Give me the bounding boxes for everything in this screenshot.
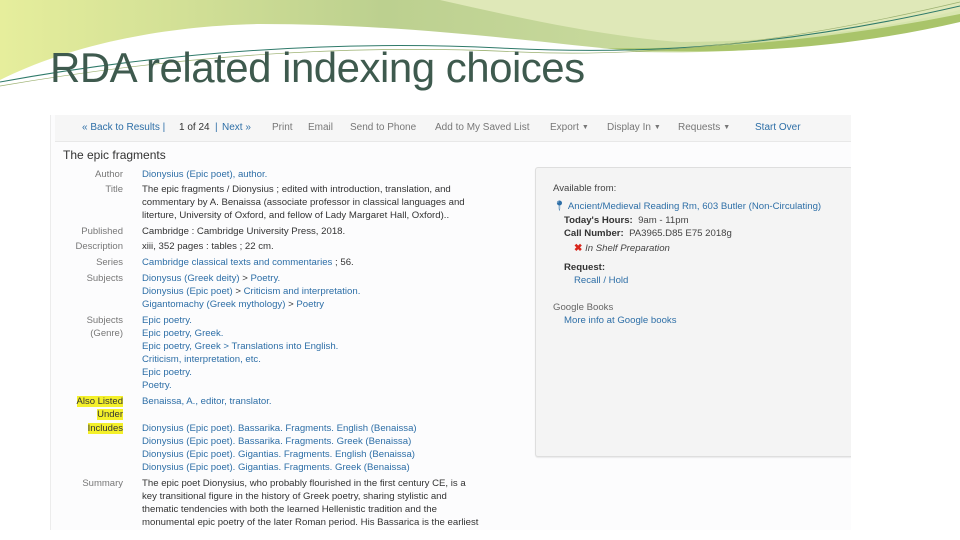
subject-link[interactable]: Gigantomachy (Greek mythology) bbox=[142, 299, 285, 310]
availability-panel: Available from: 📍︎ Ancient/Medieval Read… bbox=[535, 167, 851, 457]
map-marker-icon: 📍︎ bbox=[553, 201, 566, 212]
subjects-list: Dionysus (Greek deity) > Poetry. Dionysi… bbox=[142, 272, 360, 311]
title-label: Title bbox=[105, 184, 123, 195]
email-button[interactable]: Email bbox=[308, 122, 333, 133]
summary-label: Summary bbox=[82, 478, 123, 489]
next-link[interactable]: Next » bbox=[222, 122, 251, 133]
available-from-heading: Available from: bbox=[553, 183, 617, 194]
add-to-saved-list-button[interactable]: Add to My Saved List bbox=[435, 122, 530, 133]
genre-link[interactable]: Epic poetry, Greek > Translations into E… bbox=[142, 340, 338, 353]
result-position: 1 of 24 bbox=[179, 122, 210, 133]
description-label: Description bbox=[75, 241, 123, 252]
includes-label: Includes bbox=[87, 423, 123, 434]
google-books-link[interactable]: More info at Google books bbox=[564, 315, 677, 326]
includes-link[interactable]: Dionysius (Epic poet). Gigantias. Fragme… bbox=[142, 461, 417, 474]
record-toolbar: « Back to Results | 1 of 24 | Next » Pri… bbox=[55, 115, 851, 142]
genre-link[interactable]: Epic poetry. bbox=[142, 366, 338, 379]
published-value: Cambridge : Cambridge University Press, … bbox=[142, 226, 346, 237]
chevron-down-icon: ▼ bbox=[581, 124, 589, 131]
subject-item: Dionysius (Epic poet) > Criticism and in… bbox=[142, 286, 361, 297]
includes-link[interactable]: Dionysius (Epic poet). Bassarika. Fragme… bbox=[142, 435, 417, 448]
includes-list: Dionysius (Epic poet). Bassarika. Fragme… bbox=[142, 422, 417, 474]
title-line: The epic fragments / Dionysius ; edited … bbox=[142, 184, 451, 195]
catalog-record-screenshot: « Back to Results | 1 of 24 | Next » Pri… bbox=[50, 115, 851, 530]
summary-value: The epic poet Dionysius, who probably fl… bbox=[142, 478, 479, 528]
export-dropdown[interactable]: Export ▼ bbox=[550, 122, 589, 133]
series-link[interactable]: Cambridge classical texts and commentari… bbox=[142, 257, 332, 268]
request-label: Request: bbox=[564, 262, 606, 273]
also-listed-link[interactable]: Benaissa, A., editor, translator. bbox=[142, 396, 272, 407]
display-in-dropdown[interactable]: Display In ▼ bbox=[607, 122, 661, 133]
genre-link[interactable]: Epic poetry, Greek. bbox=[142, 327, 338, 340]
series-label: Series bbox=[96, 257, 123, 268]
genre-link[interactable]: Epic poetry. bbox=[142, 314, 338, 327]
export-label: Export bbox=[550, 122, 579, 133]
status-text: In Shelf Preparation bbox=[585, 243, 670, 254]
description-value: xiii, 352 pages : tables ; 22 cm. bbox=[142, 241, 274, 252]
print-button[interactable]: Print bbox=[272, 122, 293, 133]
chevron-down-icon: ▼ bbox=[653, 124, 661, 131]
start-over-link[interactable]: Start Over bbox=[755, 122, 801, 133]
author-link[interactable]: Dionysius (Epic poet), author. bbox=[142, 169, 267, 180]
chevron-down-icon: ▼ bbox=[723, 124, 731, 131]
series-number: ; 56. bbox=[332, 257, 354, 268]
call-number: Call Number: PA3965.D85 E75 2018g bbox=[564, 228, 732, 239]
slide-title: RDA related indexing choices bbox=[50, 44, 585, 91]
subjects-label: Subjects bbox=[86, 273, 123, 284]
published-label: Published bbox=[81, 226, 123, 237]
position-separator: | bbox=[215, 122, 218, 133]
display-in-label: Display In bbox=[607, 122, 651, 133]
title-value: The epic fragments / Dionysius ; edited … bbox=[142, 183, 465, 222]
subject-sub-link[interactable]: Poetry. bbox=[251, 273, 281, 284]
genre-label: Subjects (Genre) bbox=[86, 315, 123, 339]
subject-link[interactable]: Dionysus (Greek deity) bbox=[142, 273, 240, 284]
unavailable-x-icon: ✖ bbox=[574, 243, 583, 254]
subject-item: Dionysus (Greek deity) > Poetry. bbox=[142, 273, 281, 284]
subject-link[interactable]: Dionysius (Epic poet) bbox=[142, 286, 233, 297]
recall-hold-link[interactable]: Recall / Hold bbox=[574, 275, 628, 286]
title-line: commentary by A. Benaissa (associate pro… bbox=[142, 197, 465, 208]
author-label: Author bbox=[95, 169, 123, 180]
status-row: ✖ In Shelf Preparation bbox=[574, 243, 670, 254]
subject-item: Gigantomachy (Greek mythology) > Poetry bbox=[142, 299, 325, 310]
back-to-results-link[interactable]: « Back to Results | bbox=[82, 122, 165, 133]
google-books-heading: Google Books bbox=[553, 302, 614, 313]
requests-label: Requests bbox=[678, 122, 721, 133]
location-link[interactable]: 📍︎ Ancient/Medieval Reading Rm, 603 Butl… bbox=[553, 201, 821, 212]
subject-sub-link[interactable]: Poetry bbox=[296, 299, 324, 310]
genre-list: Epic poetry. Epic poetry, Greek. Epic po… bbox=[142, 314, 338, 392]
genre-link[interactable]: Criticism, interpretation, etc. bbox=[142, 353, 338, 366]
requests-dropdown[interactable]: Requests ▼ bbox=[678, 122, 730, 133]
series-value: Cambridge classical texts and commentari… bbox=[142, 256, 354, 269]
also-listed-under-label: Also Listed Under bbox=[76, 396, 123, 420]
includes-link[interactable]: Dionysius (Epic poet). Gigantias. Fragme… bbox=[142, 448, 417, 461]
record-title: The epic fragments bbox=[63, 148, 166, 162]
subject-sub-link[interactable]: Criticism and interpretation. bbox=[244, 286, 361, 297]
title-line: literture, University of Oxford, and fel… bbox=[142, 210, 450, 221]
todays-hours: Today's Hours: 9am - 11pm bbox=[564, 215, 689, 226]
includes-link[interactable]: Dionysius (Epic poet). Bassarika. Fragme… bbox=[142, 422, 417, 435]
genre-link[interactable]: Poetry. bbox=[142, 379, 338, 392]
send-to-phone-button[interactable]: Send to Phone bbox=[350, 122, 416, 133]
